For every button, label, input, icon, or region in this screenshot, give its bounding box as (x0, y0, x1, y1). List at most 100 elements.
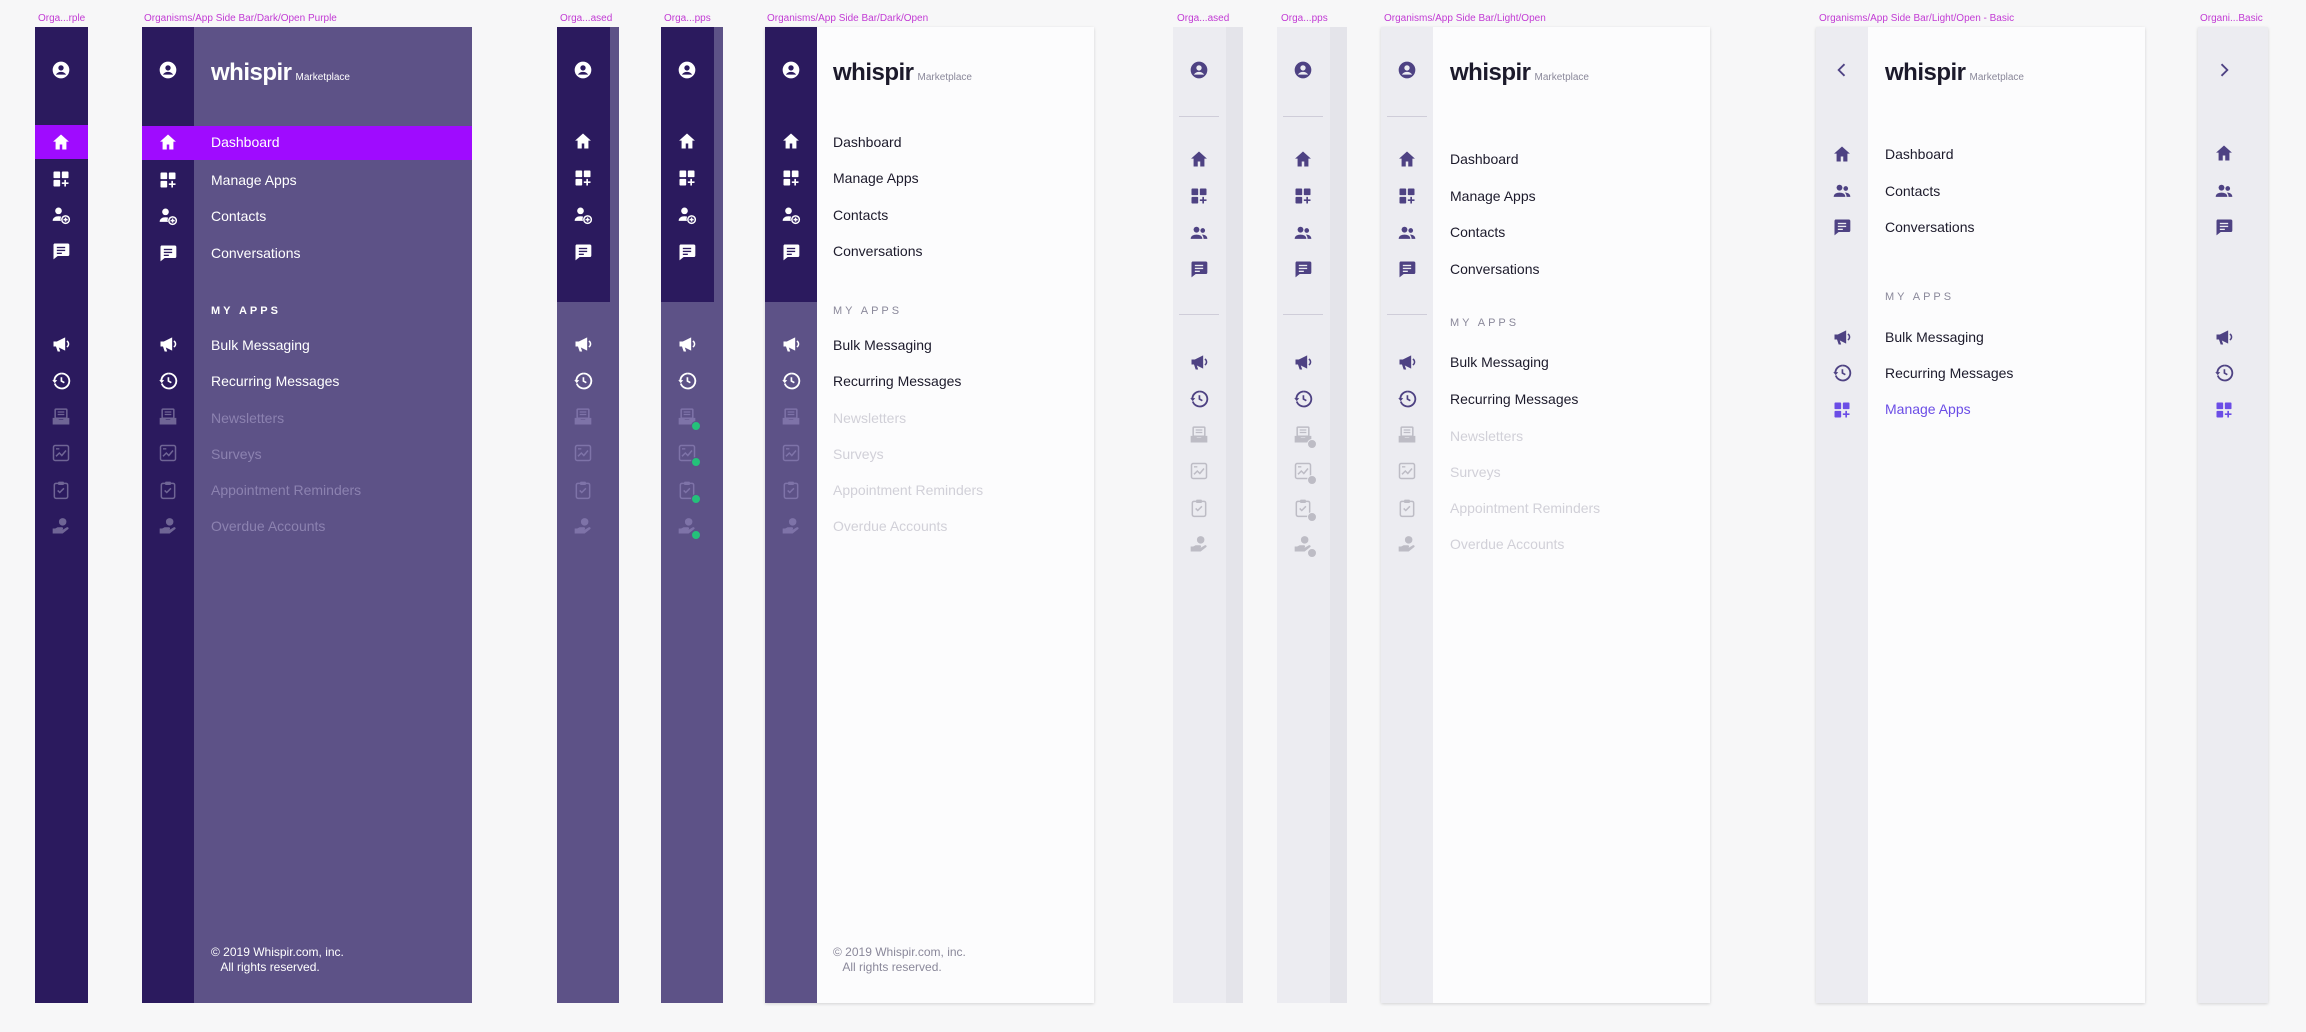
nav-contacts[interactable]: Contacts (833, 207, 888, 223)
nav-bulk-messaging[interactable]: Bulk Messaging (211, 337, 310, 353)
conversations-icon[interactable] (1189, 259, 1209, 279)
manage-apps-icon[interactable] (1189, 186, 1209, 206)
nav-contacts[interactable]: Contacts (1885, 183, 1940, 199)
account-icon[interactable] (1293, 60, 1313, 80)
bulk-messaging-icon (158, 334, 178, 354)
nav-newsletters: Newsletters (1450, 428, 1524, 444)
nav-contacts[interactable]: Contacts (211, 208, 266, 224)
recurring-messages-icon[interactable] (1293, 389, 1313, 409)
conversations-icon[interactable] (2214, 217, 2234, 237)
chevron-left-icon[interactable] (1832, 60, 1852, 80)
recurring-messages-icon[interactable] (1189, 389, 1209, 409)
bulk-messaging-icon[interactable] (2214, 327, 2234, 347)
nav-bulk-messaging[interactable]: Bulk Messaging (1885, 329, 1984, 345)
brand-name: whispir (1450, 59, 1531, 86)
add-badge-icon (1307, 439, 1317, 449)
nav-manage-apps[interactable]: Manage Apps (833, 170, 919, 186)
nav-bulk-messaging[interactable]: Bulk Messaging (1450, 354, 1549, 370)
nav-conversations[interactable]: Conversations (1450, 261, 1540, 277)
overdue-accounts-icon[interactable] (677, 516, 701, 540)
nav-recurring-messages[interactable]: Recurring Messages (833, 373, 961, 389)
frame-label: Orga...pps (664, 13, 711, 24)
account-icon[interactable] (158, 60, 178, 80)
account-icon[interactable] (573, 60, 593, 80)
add-badge-icon (691, 494, 701, 504)
account-icon[interactable] (51, 60, 71, 80)
conversations-icon[interactable] (677, 242, 697, 262)
nav-bulk-messaging[interactable]: Bulk Messaging (833, 337, 932, 353)
manage-apps-icon[interactable] (2214, 400, 2234, 420)
appointment-reminders-icon[interactable] (1293, 498, 1317, 522)
nav-recurring-messages[interactable]: Recurring Messages (1885, 365, 2013, 381)
recurring-messages-icon[interactable] (51, 371, 71, 391)
recurring-messages-icon (1397, 389, 1417, 409)
home-icon (158, 132, 178, 152)
bulk-messaging-icon[interactable] (51, 334, 71, 354)
manage-apps-icon[interactable] (51, 169, 71, 189)
nav-dashboard[interactable]: Dashboard (1450, 151, 1519, 167)
manage-apps-icon (1832, 400, 1852, 420)
account-icon[interactable] (781, 60, 801, 80)
contacts-icon[interactable] (677, 205, 697, 225)
recurring-messages-icon[interactable] (573, 371, 593, 391)
nav-dashboard[interactable]: Dashboard (211, 134, 280, 150)
contacts-icon[interactable] (1189, 223, 1209, 243)
nav-manage-apps-link[interactable]: Manage Apps (1885, 401, 1971, 417)
account-icon[interactable] (677, 60, 697, 80)
home-icon[interactable] (677, 131, 697, 151)
bulk-messaging-icon (1832, 327, 1852, 347)
home-icon[interactable] (573, 131, 593, 151)
appointment-reminders-icon (573, 480, 593, 500)
appointment-reminders-icon[interactable] (677, 480, 701, 504)
home-icon[interactable] (1293, 149, 1313, 169)
sidebar-rail (2198, 27, 2268, 1003)
overdue-accounts-icon[interactable] (1293, 534, 1317, 558)
manage-apps-icon[interactable] (573, 168, 593, 188)
home-icon[interactable] (51, 132, 71, 152)
bulk-messaging-icon[interactable] (1189, 352, 1209, 372)
nav-dashboard[interactable]: Dashboard (833, 134, 902, 150)
nav-overdue-accounts: Overdue Accounts (1450, 536, 1565, 552)
brand-logo: whispir Marketplace (1885, 59, 2024, 87)
contacts-icon[interactable] (2214, 181, 2234, 201)
nav-dashboard[interactable]: Dashboard (1885, 146, 1954, 162)
manage-apps-icon[interactable] (677, 168, 697, 188)
contacts-icon[interactable] (1293, 223, 1313, 243)
nav-conversations[interactable]: Conversations (211, 245, 301, 261)
nav-contacts[interactable]: Contacts (1450, 224, 1505, 240)
recurring-messages-icon[interactable] (2214, 363, 2234, 383)
surveys-icon (573, 443, 593, 463)
conversations-icon[interactable] (1293, 259, 1313, 279)
nav-manage-apps[interactable]: Manage Apps (1450, 188, 1536, 204)
newsletters-icon[interactable] (677, 407, 701, 431)
manage-apps-icon[interactable] (1293, 186, 1313, 206)
surveys-icon[interactable] (677, 443, 701, 467)
nav-recurring-messages[interactable]: Recurring Messages (211, 373, 339, 389)
bulk-messaging-icon[interactable] (677, 334, 697, 354)
newsletters-icon[interactable] (1293, 425, 1317, 449)
nav-conversations[interactable]: Conversations (833, 243, 923, 259)
conversations-icon[interactable] (51, 241, 71, 261)
newsletters-icon (1189, 425, 1209, 445)
account-icon[interactable] (1397, 60, 1417, 80)
recurring-messages-icon (781, 371, 801, 391)
contacts-icon[interactable] (51, 205, 71, 225)
account-icon[interactable] (1189, 60, 1209, 80)
bulk-messaging-icon[interactable] (573, 334, 593, 354)
conversations-icon[interactable] (573, 242, 593, 262)
chevron-right-icon[interactable] (2214, 60, 2234, 80)
nav-manage-apps[interactable]: Manage Apps (211, 172, 297, 188)
home-icon[interactable] (1189, 149, 1209, 169)
recurring-messages-icon[interactable] (677, 371, 697, 391)
surveys-icon[interactable] (1293, 461, 1317, 485)
contacts-icon[interactable] (573, 205, 593, 225)
bulk-messaging-icon (1397, 352, 1417, 372)
nav-conversations[interactable]: Conversations (1885, 219, 1975, 235)
conversations-icon (158, 243, 178, 263)
nav-appointment-reminders: Appointment Reminders (1450, 500, 1601, 516)
brand-sub: Marketplace (295, 72, 350, 83)
add-badge-icon (691, 421, 701, 431)
nav-recurring-messages[interactable]: Recurring Messages (1450, 391, 1578, 407)
bulk-messaging-icon[interactable] (1293, 352, 1313, 372)
home-icon[interactable] (2214, 143, 2234, 163)
